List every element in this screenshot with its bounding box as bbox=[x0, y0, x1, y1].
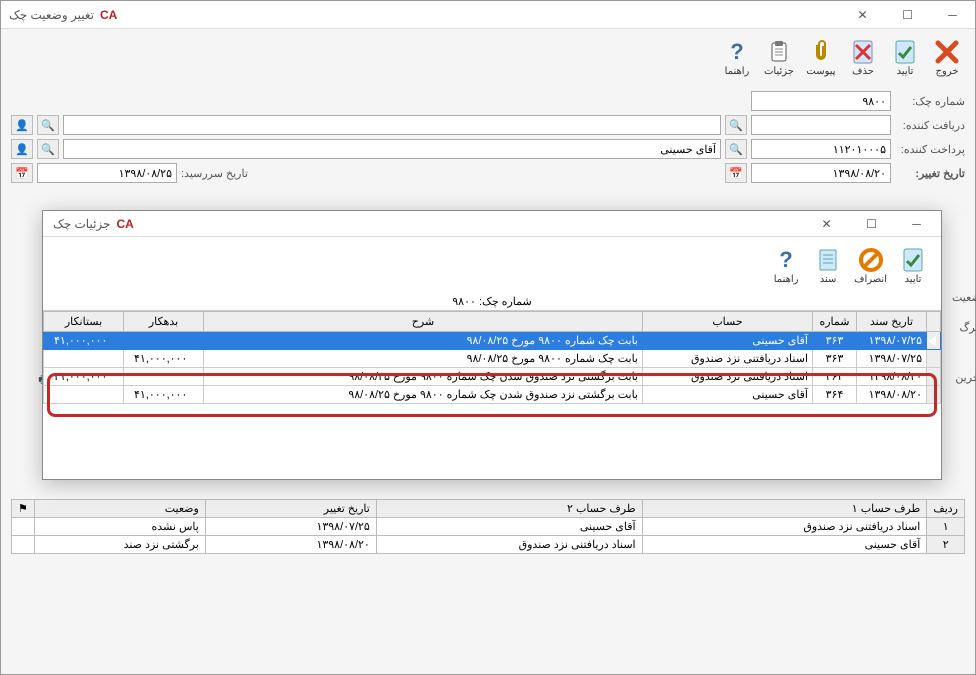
details-label: جزئیات bbox=[764, 66, 794, 77]
app-logo: CA bbox=[100, 8, 117, 22]
col-state: وضعیت bbox=[34, 500, 205, 518]
maximize-button[interactable]: ☐ bbox=[885, 1, 930, 29]
payer-name-input[interactable] bbox=[63, 139, 721, 159]
details-dialog: CA جزئیات چک ─ ☐ ✕ تایید انصراف سند ? را… bbox=[42, 210, 942, 480]
confirm-icon bbox=[891, 38, 919, 66]
grid-col-credit[interactable]: بستانکار bbox=[44, 312, 124, 332]
due-date-input[interactable] bbox=[37, 163, 177, 183]
help-icon: ? bbox=[723, 38, 751, 66]
payer-code-input[interactable] bbox=[751, 139, 891, 159]
help-button[interactable]: ? راهنما bbox=[717, 31, 757, 83]
dialog-cancel-icon bbox=[857, 246, 885, 274]
grid-row[interactable]: ۱۳۹۸/۰۸/۲۰۳۶۴آقای حسینیبابت برگشتی نزد ص… bbox=[44, 386, 941, 404]
dialog-logo: CA bbox=[116, 217, 133, 231]
side-status-label: وضعیت bbox=[952, 291, 976, 304]
side-return-label: برگ bbox=[960, 321, 976, 334]
change-date-label: تاریخ تغییر: bbox=[895, 167, 965, 180]
receiver-search2-icon[interactable]: 🔍 bbox=[37, 115, 59, 135]
dialog-toolbar: تایید انصراف سند ? راهنما bbox=[43, 237, 941, 293]
main-toolbar: خروج تایید حذف پیوست جزئیات ? راهنما bbox=[1, 29, 975, 85]
dialog-confirm-icon bbox=[899, 246, 927, 274]
due-date-calendar-icon[interactable]: 📅 bbox=[11, 163, 33, 183]
col-acc2: طرف حساب ۲ bbox=[376, 500, 642, 518]
svg-text:?: ? bbox=[730, 39, 743, 64]
dialog-cancel-label: انصراف bbox=[854, 274, 887, 285]
exit-label: خروج bbox=[936, 66, 959, 77]
grid-col-docdate[interactable]: تاریخ سند bbox=[857, 312, 927, 332]
grid-col-desc[interactable]: شرح bbox=[204, 312, 643, 332]
receiver-person-icon[interactable]: 👤 bbox=[11, 115, 33, 135]
attach-button[interactable]: پیوست bbox=[801, 31, 841, 83]
payer-search2-icon[interactable]: 🔍 bbox=[37, 139, 59, 159]
grid-indicator-col bbox=[927, 312, 941, 332]
grid-col-debit[interactable]: بدهکار bbox=[124, 312, 204, 332]
dialog-help-label: راهنما bbox=[774, 274, 799, 285]
dialog-confirm-label: تایید bbox=[905, 274, 922, 285]
svg-text:?: ? bbox=[779, 247, 792, 272]
change-date-calendar-icon[interactable]: 📅 bbox=[725, 163, 747, 183]
cheque-no-label: شماره چک: bbox=[895, 95, 965, 108]
receiver-code-input[interactable] bbox=[751, 115, 891, 135]
status-row[interactable]: ۲آقای حسینیاسناد دریافتنی نزد صندوق۱۳۹۸/… bbox=[12, 536, 965, 554]
details-grid: تاریخ سند شماره حساب شرح بدهکار بستانکار… bbox=[43, 311, 941, 404]
dialog-confirm-button[interactable]: تایید bbox=[893, 239, 933, 291]
col-rownum: ردیف bbox=[927, 500, 965, 518]
col-acc1: طرف حساب ۱ bbox=[642, 500, 927, 518]
col-chdate: تاریخ تغییر bbox=[205, 500, 376, 518]
dialog-cheque-label: شماره چک: ۹۸۰۰ bbox=[43, 293, 941, 311]
cheque-no-input[interactable] bbox=[751, 91, 891, 111]
dialog-help-button[interactable]: ? راهنما bbox=[766, 239, 806, 291]
filter-icon[interactable]: ⚑ bbox=[12, 500, 35, 518]
delete-icon bbox=[849, 38, 877, 66]
receiver-name-input[interactable] bbox=[63, 115, 721, 135]
delete-label: حذف bbox=[852, 66, 874, 77]
details-button[interactable]: جزئیات bbox=[759, 31, 799, 83]
due-date-label: تاریخ سررسید: bbox=[181, 167, 248, 180]
change-date-input[interactable] bbox=[751, 163, 891, 183]
delete-button[interactable]: حذف bbox=[843, 31, 883, 83]
dialog-close-button[interactable]: ✕ bbox=[804, 210, 849, 238]
payer-label: پرداخت کننده: bbox=[895, 143, 965, 156]
side-last-label: آخرین bbox=[955, 371, 976, 384]
clipboard-icon bbox=[765, 38, 793, 66]
payer-search-icon[interactable]: 🔍 bbox=[725, 139, 747, 159]
grid-row[interactable]: ◀۱۳۹۸/۰۷/۲۵۳۶۳آقای حسینیبابت چک شماره ۹۸… bbox=[44, 332, 941, 350]
payer-person-icon[interactable]: 👤 bbox=[11, 139, 33, 159]
exit-icon bbox=[933, 38, 961, 66]
exit-button[interactable]: خروج bbox=[927, 31, 967, 83]
dialog-help-icon: ? bbox=[772, 246, 800, 274]
dialog-minimize-button[interactable]: ─ bbox=[894, 210, 939, 238]
dialog-doc-label: سند bbox=[820, 274, 837, 285]
dialog-titlebar: CA جزئیات چک ─ ☐ ✕ bbox=[43, 211, 941, 237]
paperclip-icon bbox=[807, 38, 835, 66]
grid-col-acc[interactable]: حساب bbox=[643, 312, 813, 332]
grid-col-no[interactable]: شماره bbox=[813, 312, 857, 332]
dialog-title: جزئیات چک bbox=[53, 217, 110, 231]
status-row[interactable]: ۱اسناد دریافتنی نزد صندوقآقای حسینی۱۳۹۸/… bbox=[12, 518, 965, 536]
main-titlebar: CA تغییر وضعیت چک ─ ☐ ✕ bbox=[1, 1, 975, 29]
attach-label: پیوست bbox=[806, 66, 835, 77]
receiver-search-icon[interactable]: 🔍 bbox=[725, 115, 747, 135]
confirm-label: تایید bbox=[897, 66, 914, 77]
window-title: تغییر وضعیت چک bbox=[9, 8, 94, 22]
help-label: راهنما bbox=[725, 66, 750, 77]
confirm-button[interactable]: تایید bbox=[885, 31, 925, 83]
dialog-doc-button[interactable]: سند bbox=[808, 239, 848, 291]
dialog-maximize-button[interactable]: ☐ bbox=[849, 210, 894, 238]
close-button[interactable]: ✕ bbox=[840, 1, 885, 29]
grid-row[interactable]: ۱۳۹۸/۰۷/۲۵۳۶۳اسناد دریافتنی نزد صندوقباب… bbox=[44, 350, 941, 368]
minimize-button[interactable]: ─ bbox=[930, 1, 975, 29]
grid-row[interactable]: ۱۳۹۸/۰۸/۲۰۳۶۴اسناد دریافتنی نزد صندوقباب… bbox=[44, 368, 941, 386]
dialog-doc-icon bbox=[814, 246, 842, 274]
receiver-label: دریافت کننده: bbox=[895, 119, 965, 132]
form-area: شماره چک: دریافت کننده: 🔍 🔍 👤 پرداخت کنن… bbox=[1, 85, 975, 193]
dialog-cancel-button[interactable]: انصراف bbox=[850, 239, 891, 291]
status-table: ردیف طرف حساب ۱ طرف حساب ۲ تاریخ تغییر و… bbox=[11, 499, 965, 554]
